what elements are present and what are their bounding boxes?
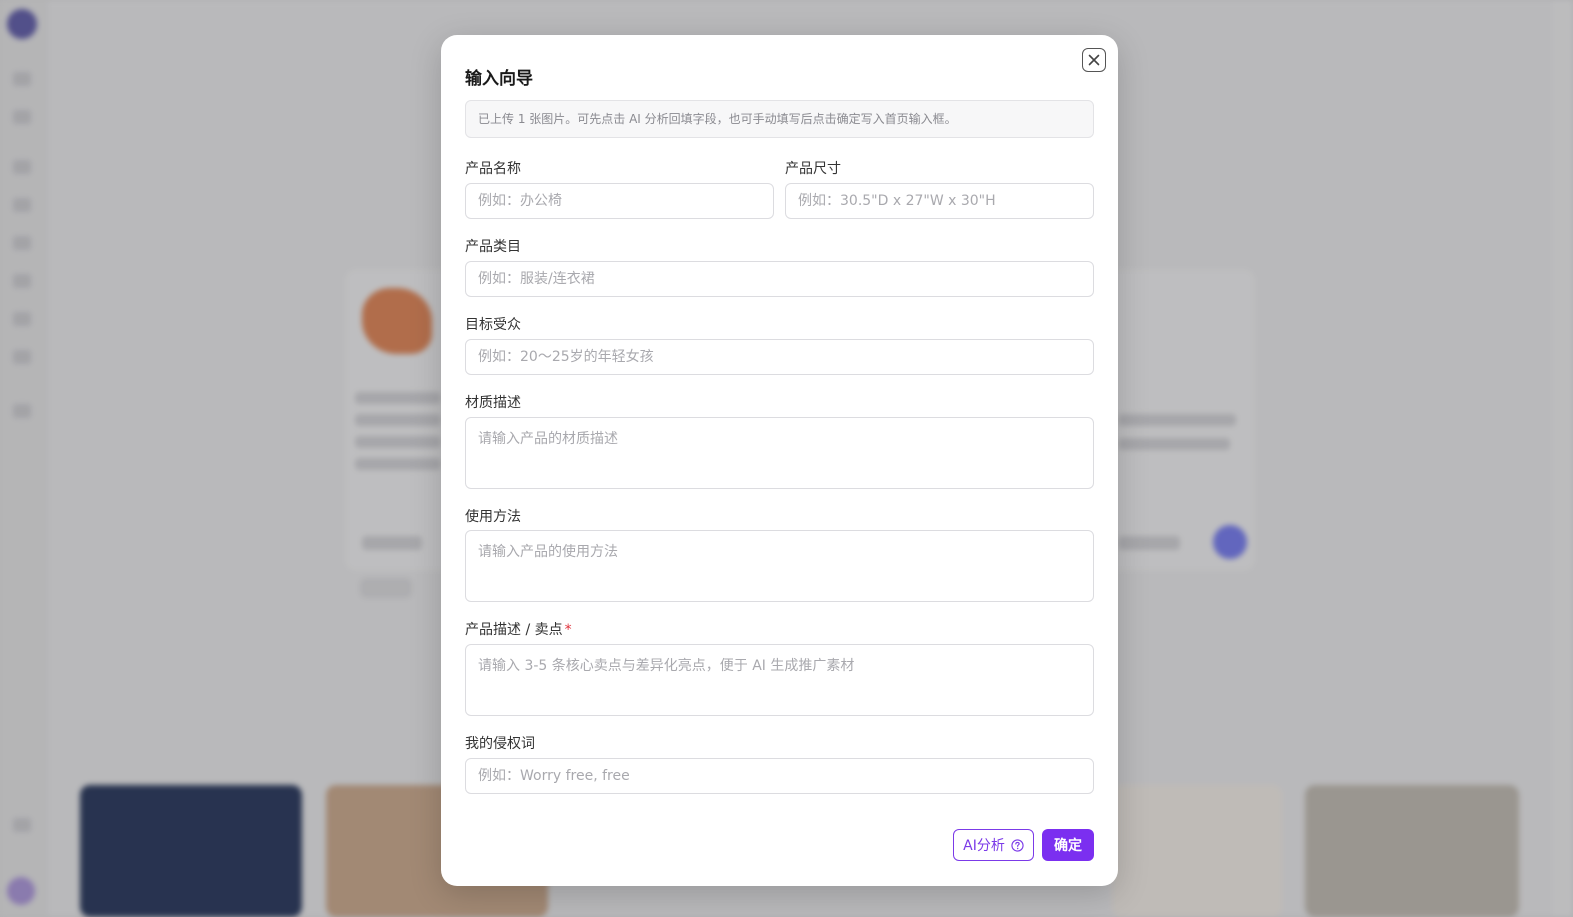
usage-textarea[interactable]: [465, 530, 1094, 602]
infringing-words-label: 我的侵权词: [465, 736, 535, 752]
usage-label: 使用方法: [465, 509, 521, 525]
product-name-label: 产品名称: [465, 161, 521, 177]
product-category-input[interactable]: [465, 261, 1094, 297]
selling-points-label-text: 产品描述 / 卖点: [465, 622, 563, 638]
product-size-label: 产品尺寸: [785, 161, 841, 177]
product-category-label: 产品类目: [465, 239, 521, 255]
target-audience-input[interactable]: [465, 339, 1094, 375]
selling-points-label: 产品描述 / 卖点 *: [465, 619, 572, 639]
input-wizard-dialog: 输入向导 已上传 1 张图片。可先点击 AI 分析回填字段，也可手动填写后点击确…: [441, 35, 1118, 886]
upload-hint: 已上传 1 张图片。可先点击 AI 分析回填字段，也可手动填写后点击确定写入首页…: [465, 100, 1094, 138]
ai-analyze-button[interactable]: AI分析: [953, 829, 1034, 861]
ai-analyze-label: AI分析: [963, 838, 1005, 854]
question-circle-icon: [1011, 838, 1024, 852]
target-audience-label: 目标受众: [465, 317, 521, 333]
required-mark: *: [564, 622, 572, 638]
close-button[interactable]: [1082, 48, 1106, 72]
dialog-title: 输入向导: [465, 69, 533, 89]
selling-points-textarea[interactable]: [465, 644, 1094, 716]
infringing-words-input[interactable]: [465, 758, 1094, 794]
product-size-input[interactable]: [785, 183, 1094, 219]
confirm-button[interactable]: 确定: [1042, 829, 1094, 861]
close-icon: [1088, 54, 1100, 66]
product-name-input[interactable]: [465, 183, 774, 219]
material-label: 材质描述: [465, 395, 521, 411]
material-textarea[interactable]: [465, 417, 1094, 489]
